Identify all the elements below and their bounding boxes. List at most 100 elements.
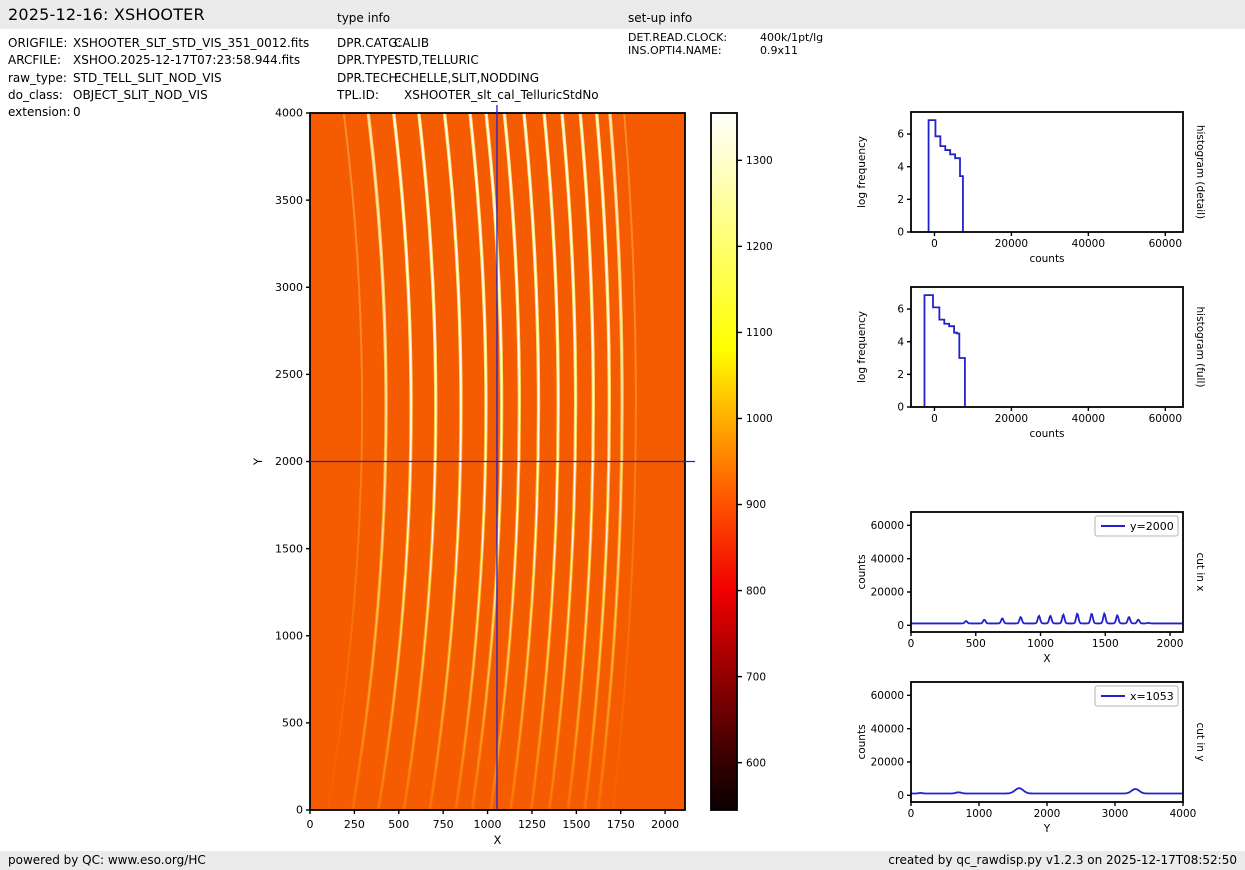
info-row-do-class: do_class: OBJECT_SLIT_NOD_VIS bbox=[8, 87, 309, 104]
svg-text:X: X bbox=[1043, 653, 1050, 665]
svg-text:20000: 20000 bbox=[995, 413, 1028, 425]
svg-text:log frequency: log frequency bbox=[856, 311, 868, 383]
svg-text:1500: 1500 bbox=[275, 542, 303, 555]
svg-text:0: 0 bbox=[897, 227, 904, 239]
svg-text:20000: 20000 bbox=[995, 238, 1028, 250]
svg-text:500: 500 bbox=[282, 717, 303, 730]
info-value: 0 bbox=[73, 104, 81, 121]
svg-text:800: 800 bbox=[746, 585, 766, 597]
type-info-block: DPR.CATG: CALIB DPR.TYPE: STD,TELLURIC D… bbox=[337, 35, 599, 104]
setup-info-heading: set-up info bbox=[628, 11, 692, 25]
svg-text:0: 0 bbox=[931, 413, 938, 425]
svg-text:y=2000: y=2000 bbox=[1130, 520, 1174, 533]
info-value: 0.9x11 bbox=[760, 44, 798, 57]
info-row-opti4-name: INS.OPTI4.NAME: 0.9x11 bbox=[628, 44, 823, 57]
info-label: DPR.CATG: bbox=[337, 35, 394, 52]
svg-text:histogram (full): histogram (full) bbox=[1194, 307, 1206, 388]
svg-text:6: 6 bbox=[897, 304, 904, 316]
svg-text:1750: 1750 bbox=[607, 818, 635, 831]
svg-text:1000: 1000 bbox=[746, 413, 773, 425]
svg-text:600: 600 bbox=[746, 757, 766, 769]
svg-text:20000: 20000 bbox=[871, 587, 904, 599]
svg-text:250: 250 bbox=[344, 818, 365, 831]
info-label: DET.READ.CLOCK: bbox=[628, 31, 760, 44]
svg-text:3000: 3000 bbox=[1102, 808, 1129, 820]
svg-text:counts: counts bbox=[1029, 428, 1064, 440]
svg-text:2: 2 bbox=[897, 369, 904, 381]
svg-text:4000: 4000 bbox=[1170, 808, 1197, 820]
svg-text:40000: 40000 bbox=[871, 553, 904, 565]
echelle-raw-image-plot: 0250500750100012501500175020000500100015… bbox=[310, 113, 685, 810]
svg-text:1100: 1100 bbox=[746, 327, 773, 339]
type-info-heading: type info bbox=[337, 11, 390, 25]
svg-text:2500: 2500 bbox=[275, 368, 303, 381]
svg-text:4000: 4000 bbox=[275, 107, 303, 120]
svg-text:1000: 1000 bbox=[966, 808, 993, 820]
info-value: OBJECT_SLIT_NOD_VIS bbox=[73, 87, 208, 104]
svg-text:x=1053: x=1053 bbox=[1130, 690, 1174, 703]
svg-text:40000: 40000 bbox=[1072, 238, 1105, 250]
svg-text:40000: 40000 bbox=[871, 723, 904, 735]
svg-text:2000: 2000 bbox=[651, 818, 679, 831]
info-label: TPL.ID: bbox=[337, 87, 394, 104]
svg-text:histogram (detail): histogram (detail) bbox=[1194, 125, 1206, 219]
footer-powered-by: powered by QC: www.eso.org/HC bbox=[8, 853, 206, 867]
svg-text:log frequency: log frequency bbox=[856, 136, 868, 208]
info-value: XSHOO.2025-12-17T07:23:58.944.fits bbox=[73, 52, 300, 69]
info-value: CALIB bbox=[394, 35, 429, 52]
svg-text:4: 4 bbox=[897, 336, 904, 348]
svg-text:3000: 3000 bbox=[275, 281, 303, 294]
info-value: 400k/1pt/lg bbox=[760, 31, 823, 44]
svg-text:1250: 1250 bbox=[518, 818, 546, 831]
svg-text:500: 500 bbox=[388, 818, 409, 831]
svg-text:2000: 2000 bbox=[275, 455, 303, 468]
svg-text:Y: Y bbox=[1043, 823, 1051, 835]
svg-text:700: 700 bbox=[746, 671, 766, 683]
svg-text:60000: 60000 bbox=[871, 690, 904, 702]
svg-text:60000: 60000 bbox=[871, 520, 904, 532]
info-label: ORIGFILE: bbox=[8, 35, 73, 52]
info-label: ARCFILE: bbox=[8, 52, 73, 69]
info-label: DPR.TECH: bbox=[337, 70, 394, 87]
svg-text:1000: 1000 bbox=[275, 629, 303, 642]
svg-text:1000: 1000 bbox=[474, 818, 502, 831]
info-row-dpr-type: DPR.TYPE: STD,TELLURIC bbox=[337, 52, 599, 69]
svg-text:Y: Y bbox=[251, 457, 265, 466]
info-row-origfile: ORIGFILE: XSHOOTER_SLT_STD_VIS_351_0012.… bbox=[8, 35, 309, 52]
info-label: raw_type: bbox=[8, 70, 73, 87]
info-value: ECHELLE,SLIT,NODDING bbox=[394, 70, 539, 87]
info-row-read-clock: DET.READ.CLOCK: 400k/1pt/lg bbox=[628, 31, 823, 44]
svg-text:0: 0 bbox=[897, 620, 904, 632]
qc-report-page: { "header": { "title": "2025-12-16: XSHO… bbox=[0, 0, 1245, 870]
svg-text:0: 0 bbox=[931, 238, 938, 250]
cut-in-y-plot: 010002000300040000200004000060000Ycounts… bbox=[911, 682, 1183, 802]
svg-text:1500: 1500 bbox=[562, 818, 590, 831]
info-row-raw-type: raw_type: STD_TELL_SLIT_NOD_VIS bbox=[8, 70, 309, 87]
info-row-dpr-catg: DPR.CATG: CALIB bbox=[337, 35, 599, 52]
file-info-block: ORIGFILE: XSHOOTER_SLT_STD_VIS_351_0012.… bbox=[8, 35, 309, 121]
svg-text:1200: 1200 bbox=[746, 241, 773, 253]
info-label: do_class: bbox=[8, 87, 73, 104]
svg-text:0: 0 bbox=[897, 790, 904, 802]
info-row-arcfile: ARCFILE: XSHOO.2025-12-17T07:23:58.944.f… bbox=[8, 52, 309, 69]
info-value: STD_TELL_SLIT_NOD_VIS bbox=[73, 70, 222, 87]
svg-text:cut in y: cut in y bbox=[1194, 722, 1206, 761]
svg-text:counts: counts bbox=[856, 554, 868, 589]
svg-text:750: 750 bbox=[433, 818, 454, 831]
svg-text:0: 0 bbox=[897, 402, 904, 414]
info-value: STD,TELLURIC bbox=[394, 52, 479, 69]
svg-text:0: 0 bbox=[908, 638, 915, 650]
info-value: XSHOOTER_SLT_STD_VIS_351_0012.fits bbox=[73, 35, 309, 52]
svg-text:X: X bbox=[494, 833, 502, 847]
info-row-extension: extension: 0 bbox=[8, 104, 309, 121]
info-row-dpr-tech: DPR.TECH: ECHELLE,SLIT,NODDING bbox=[337, 70, 599, 87]
svg-text:2000: 2000 bbox=[1157, 638, 1184, 650]
svg-text:3500: 3500 bbox=[275, 194, 303, 207]
svg-text:1500: 1500 bbox=[1092, 638, 1119, 650]
svg-text:0: 0 bbox=[296, 804, 303, 817]
svg-text:1000: 1000 bbox=[1027, 638, 1054, 650]
svg-text:500: 500 bbox=[966, 638, 986, 650]
info-label: DPR.TYPE: bbox=[337, 52, 394, 69]
svg-text:4: 4 bbox=[897, 161, 904, 173]
svg-text:0: 0 bbox=[307, 818, 314, 831]
